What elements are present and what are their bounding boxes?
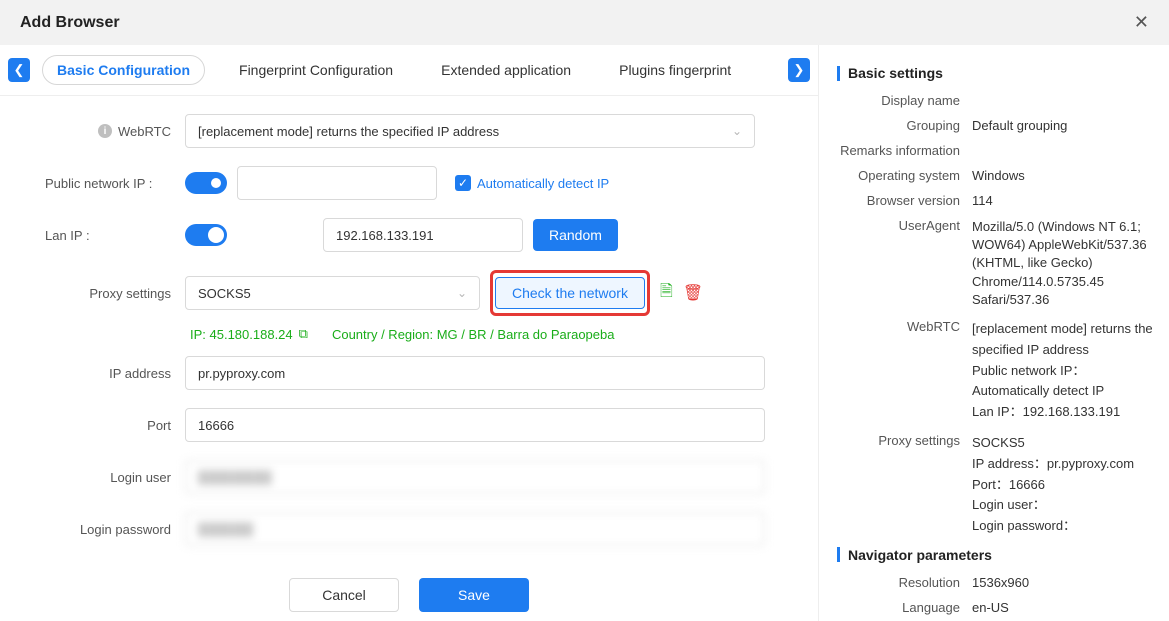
proxy-type-select[interactable]: SOCKS5 ⌄ bbox=[185, 276, 480, 310]
grouping-key: Grouping bbox=[837, 118, 972, 133]
port-label: Port bbox=[147, 418, 171, 433]
chevron-down-icon: ⌄ bbox=[457, 286, 467, 300]
close-icon[interactable]: ✕ bbox=[1134, 12, 1149, 33]
login-user-label: Login user bbox=[110, 470, 171, 485]
copy-icon[interactable]: ⧉ bbox=[299, 326, 308, 342]
cancel-button[interactable]: Cancel bbox=[289, 578, 399, 612]
check-network-button[interactable]: Check the network bbox=[495, 277, 645, 309]
resolution-value: 1536x960 bbox=[972, 575, 1159, 590]
login-password-label: Login password bbox=[80, 522, 171, 537]
resolution-key: Resolution bbox=[837, 575, 972, 590]
document-icon[interactable]: 🗎 bbox=[660, 280, 673, 307]
tab-fingerprint-configuration[interactable]: Fingerprint Configuration bbox=[225, 56, 407, 84]
tabs-next-button[interactable]: ❯ bbox=[788, 58, 810, 82]
section-mark bbox=[837, 547, 840, 562]
lan-ip-toggle[interactable] bbox=[185, 224, 227, 246]
bver-value: 114 bbox=[972, 193, 1159, 208]
language-key: Language bbox=[837, 600, 972, 615]
tab-basic-configuration[interactable]: Basic Configuration bbox=[42, 55, 205, 85]
os-value: Windows bbox=[972, 168, 1159, 183]
random-button[interactable]: Random bbox=[533, 219, 618, 251]
language-value: en-US bbox=[972, 600, 1159, 615]
remarks-value bbox=[972, 143, 1159, 158]
check-network-highlight: Check the network bbox=[490, 270, 650, 316]
tabs-prev-button[interactable]: ❮ bbox=[8, 58, 30, 82]
webrtc-key: WebRTC bbox=[837, 319, 972, 423]
os-key: Operating system bbox=[837, 168, 972, 183]
ip-address-label: IP address bbox=[109, 366, 171, 381]
tab-extended-application[interactable]: Extended application bbox=[427, 56, 585, 84]
basic-settings-head: Basic settings bbox=[848, 65, 943, 81]
proxy-region-info: Country / Region: MG / BR / Barra do Par… bbox=[332, 327, 615, 342]
webrtc-value: [replacement mode] returns the specified… bbox=[972, 319, 1159, 423]
autodetect-checkbox[interactable]: ✓ bbox=[455, 175, 471, 191]
lan-ip-input[interactable] bbox=[323, 218, 523, 252]
save-button[interactable]: Save bbox=[419, 578, 529, 612]
login-password-input[interactable] bbox=[185, 512, 765, 546]
display-name-value bbox=[972, 93, 1159, 108]
ip-address-input[interactable] bbox=[185, 356, 765, 390]
remarks-key: Remarks information bbox=[837, 143, 972, 158]
display-name-key: Display name bbox=[837, 93, 972, 108]
public-ip-label: Public network IP : bbox=[45, 176, 152, 191]
navigator-head: Navigator parameters bbox=[848, 547, 992, 563]
section-mark bbox=[837, 66, 840, 81]
proxy-value: SOCKS5 IP address：pr.pyproxy.com Port：16… bbox=[972, 433, 1159, 537]
ua-value: Mozilla/5.0 (Windows NT 6.1; WOW64) Appl… bbox=[972, 218, 1159, 309]
webrtc-label: WebRTC bbox=[118, 124, 171, 139]
bver-key: Browser version bbox=[837, 193, 972, 208]
info-icon: i bbox=[98, 124, 112, 138]
ua-key: UserAgent bbox=[837, 218, 972, 309]
login-user-input[interactable] bbox=[185, 460, 765, 494]
proxy-type-value: SOCKS5 bbox=[198, 286, 251, 301]
grouping-value: Default grouping bbox=[972, 118, 1159, 133]
public-ip-input[interactable] bbox=[237, 166, 437, 200]
page-title: Add Browser bbox=[20, 14, 120, 32]
proxy-settings-label: Proxy settings bbox=[89, 286, 171, 301]
lan-ip-label: Lan IP : bbox=[45, 228, 90, 243]
chevron-down-icon: ⌄ bbox=[732, 124, 742, 138]
port-input[interactable] bbox=[185, 408, 765, 442]
tab-plugins-fingerprint[interactable]: Plugins fingerprint bbox=[605, 56, 745, 84]
proxy-key: Proxy settings bbox=[837, 433, 972, 537]
webrtc-select-value: [replacement mode] returns the specified… bbox=[198, 124, 499, 139]
autodetect-label: Automatically detect IP bbox=[477, 176, 609, 191]
delete-icon[interactable]: 🗑 bbox=[683, 283, 703, 303]
webrtc-select[interactable]: [replacement mode] returns the specified… bbox=[185, 114, 755, 148]
proxy-ip-info: IP: 45.180.188.24 bbox=[190, 327, 293, 342]
public-ip-toggle[interactable] bbox=[185, 172, 227, 194]
